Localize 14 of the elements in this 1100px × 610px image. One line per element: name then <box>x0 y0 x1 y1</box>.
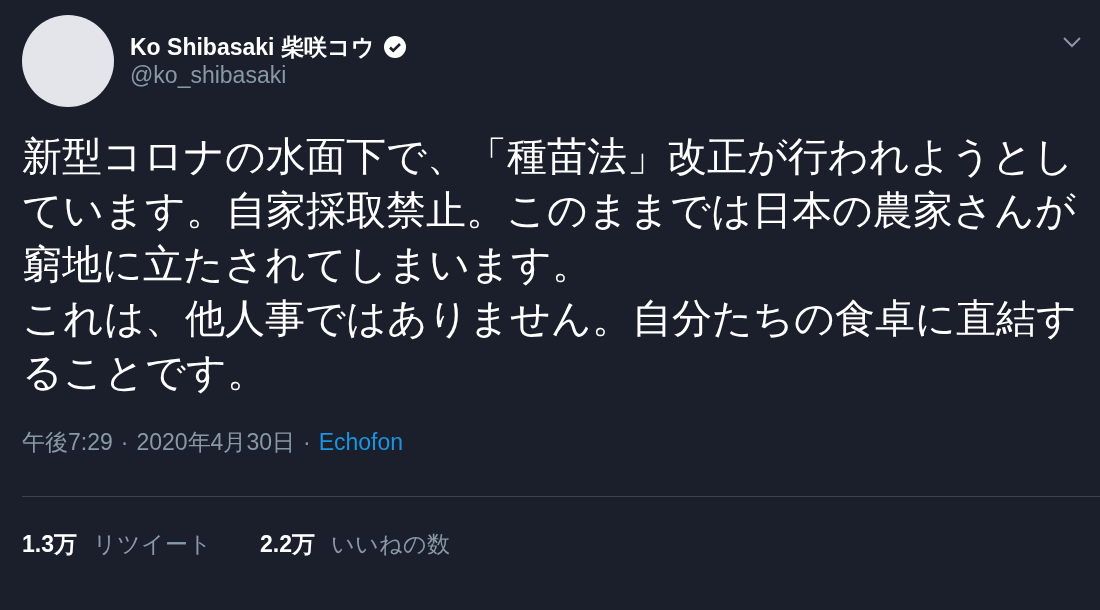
tweet-paragraph: これは、他人事ではありません。自分たちの食卓に直結することです。 <box>22 295 1078 396</box>
stat-count[interactable]: 2.2万 <box>260 526 315 561</box>
source-link[interactable]: Echofon <box>318 425 404 460</box>
separator-dot: · <box>120 428 129 457</box>
stat-count[interactable]: 1.3万 <box>22 526 77 561</box>
author-handle[interactable]: @ko_shibasaki <box>130 61 407 89</box>
tweet-date: 2020年4月30日 <box>136 428 295 457</box>
author-name[interactable]: Ko Shibasaki 柴咲コウ <box>130 33 375 61</box>
stat-label[interactable]: いいねの数 <box>330 526 450 561</box>
tweet-time: 午後7:29 <box>22 428 113 457</box>
chevron-down-icon[interactable] <box>1062 36 1082 48</box>
separator-dot: · <box>303 428 311 457</box>
stat-label[interactable]: リツイート <box>93 526 212 561</box>
tweet-paragraph: 新型コロナの水面下で、「種苗法」改正が行われようとしています。自家採取禁止。このままでは日本の農家さんが窮地に立たされてしまいます。 <box>22 133 1077 288</box>
